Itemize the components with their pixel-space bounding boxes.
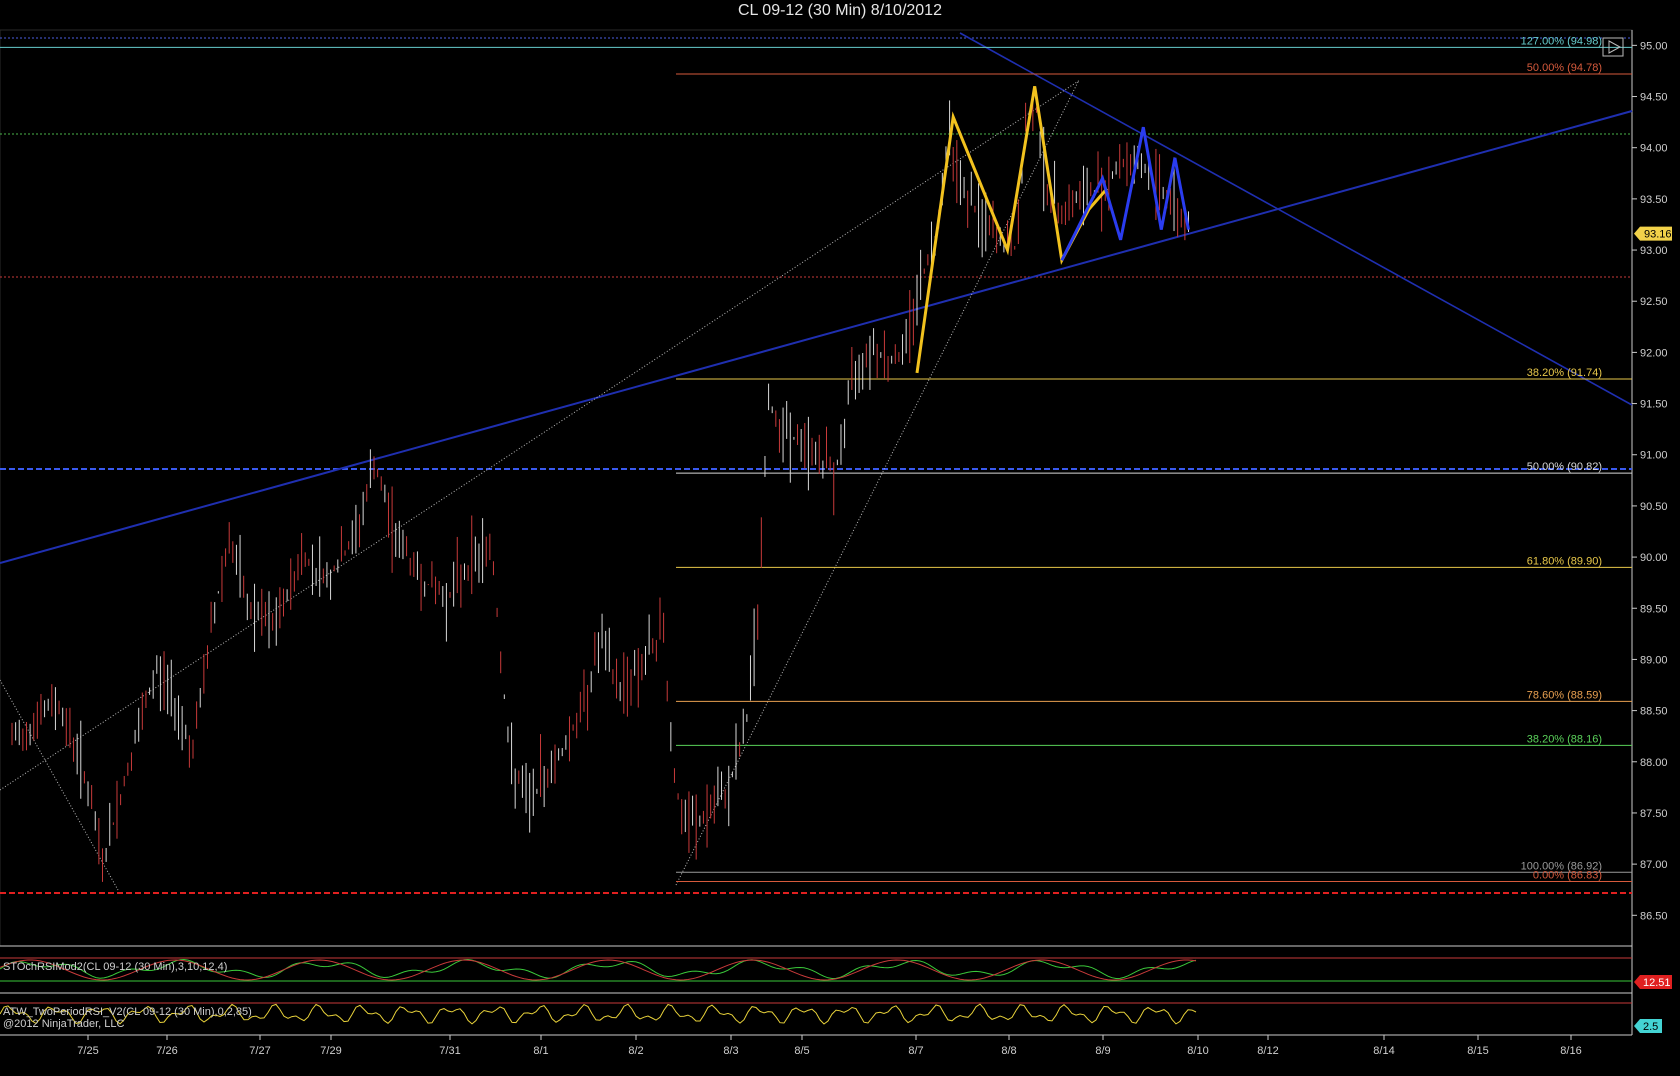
fib-level-label: 50.00% (90.82): [1527, 461, 1602, 473]
x-tick-label: 7/25: [77, 1045, 98, 1057]
x-tick-label: 8/15: [1467, 1045, 1488, 1057]
y-tick-label: 90.00: [1640, 552, 1668, 564]
rsi-label: STOchRSIMod2(CL 09-12 (30 Min),3,10,12,4…: [3, 961, 227, 973]
x-tick-label: 7/26: [156, 1045, 177, 1057]
falling-trendline: [959, 32, 1633, 406]
fib-level-label: 38.20% (91.74): [1527, 367, 1602, 379]
x-tick-label: 8/9: [1095, 1045, 1110, 1057]
y-tick-label: 88.50: [1640, 706, 1668, 718]
fib-level-label: 50.00% (94.78): [1527, 62, 1602, 74]
price-axis: 95.00 94.50 94.00 93.50 93.00 92.50 92.00 91.50…: [1632, 40, 1668, 922]
last-price-label: 93.16: [1644, 229, 1672, 241]
time-axis: 7/25 7/26 7/27 7/29 7/31 8/1 8/2 8/3 8/5 8/7 8/8 8/…: [77, 1035, 1582, 1057]
fib-level-label: 78.60% (88.59): [1527, 689, 1602, 701]
rsi2-label: ATW_TwoPeriodRSI_V2(CL 09-12 (30 Min),0,…: [3, 1006, 252, 1018]
chart-window: CL 09-12 (30 Min) 8/10/2012 127.00% (94.…: [0, 0, 1680, 1076]
rsi2-value-label: 2.5: [1643, 1021, 1658, 1033]
y-tick-label: 92.50: [1640, 296, 1668, 308]
y-tick-label: 87.50: [1640, 808, 1668, 820]
y-tick-label: 89.00: [1640, 654, 1668, 666]
rsi-value-flag: 12.51: [1634, 975, 1672, 989]
x-tick-label: 8/10: [1187, 1045, 1208, 1057]
y-tick-label: 92.00: [1640, 347, 1668, 359]
rising-trendline: [0, 110, 1633, 564]
y-tick-label: 87.00: [1640, 859, 1668, 871]
fib-level-label: 61.80% (89.90): [1527, 555, 1602, 567]
x-tick-label: 8/8: [1001, 1045, 1016, 1057]
x-tick-label: 8/2: [628, 1045, 643, 1057]
y-tick-label: 94.50: [1640, 92, 1668, 104]
x-tick-label: 7/27: [249, 1045, 270, 1057]
x-tick-label: 8/12: [1257, 1045, 1278, 1057]
y-tick-label: 93.50: [1640, 194, 1668, 206]
y-tick-label: 95.00: [1640, 40, 1668, 52]
chart-canvas[interactable]: 127.00% (94.98) 50.00% (94.78) 38.20% (91.…: [0, 0, 1680, 1076]
dotted-trendline-1: [0, 79, 1081, 791]
y-tick-label: 90.50: [1640, 501, 1668, 513]
x-tick-label: 8/16: [1560, 1045, 1581, 1057]
price-bars: [11, 94, 1189, 882]
fib-level-label: 127.00% (94.98): [1521, 35, 1602, 47]
y-tick-label: 88.00: [1640, 757, 1668, 769]
price-panel-frame: [0, 29, 1633, 947]
rsi2-value-flag: 2.5: [1634, 1019, 1662, 1033]
x-tick-label: 7/31: [439, 1045, 460, 1057]
y-tick-label: 89.50: [1640, 603, 1668, 615]
copyright-label: @2012 NinjaTrader, LLC: [3, 1018, 124, 1030]
x-tick-label: 8/5: [794, 1045, 809, 1057]
x-tick-label: 7/29: [320, 1045, 341, 1057]
x-tick-label: 8/1: [533, 1045, 548, 1057]
blue-zigzag: [1060, 126, 1190, 261]
x-tick-label: 8/3: [723, 1045, 738, 1057]
rsi-value-label: 12.51: [1643, 977, 1671, 989]
last-price-marker: 93.16: [1634, 226, 1672, 241]
x-tick-label: 8/14: [1373, 1045, 1394, 1057]
y-tick-label: 91.00: [1640, 450, 1668, 462]
fib-level-label: 38.20% (88.16): [1527, 733, 1602, 745]
y-tick-label: 91.50: [1640, 399, 1668, 411]
fib-level-label: 0.00% (86.83): [1533, 870, 1602, 882]
x-tick-label: 8/7: [908, 1045, 923, 1057]
zigzag-patterns: [915, 86, 1190, 374]
y-tick-label: 93.00: [1640, 245, 1668, 257]
y-tick-label: 94.00: [1640, 143, 1668, 155]
y-tick-label: 86.50: [1640, 910, 1668, 922]
